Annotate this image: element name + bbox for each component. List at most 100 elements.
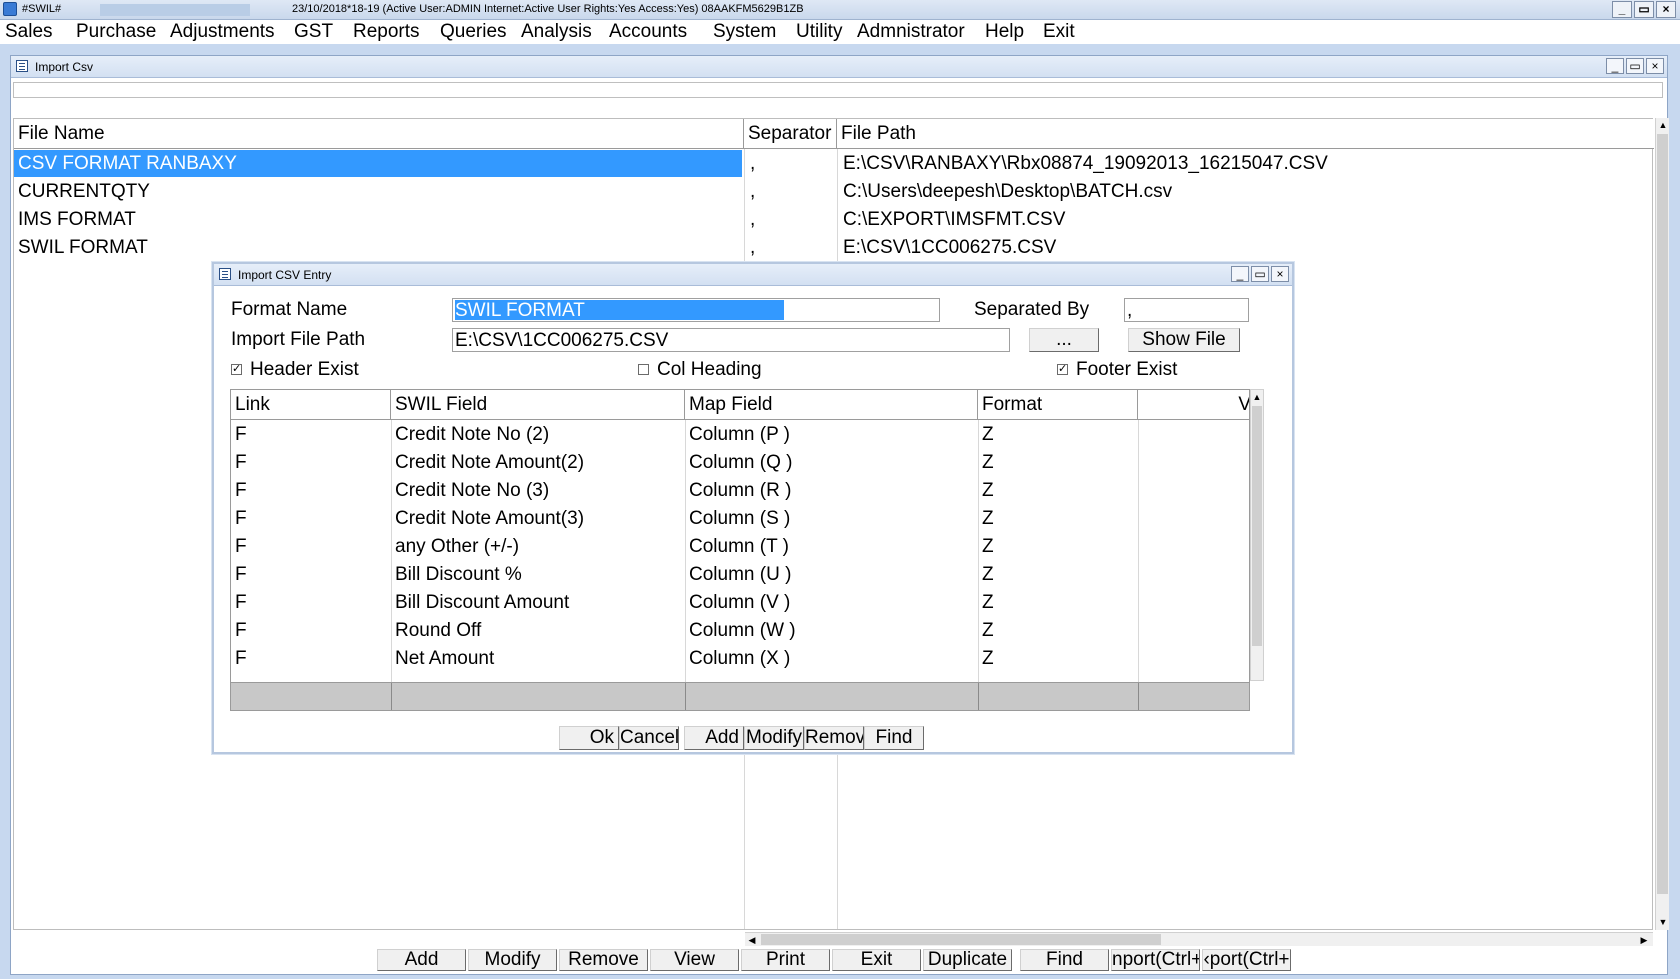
scroll-thumb[interactable] [1657,134,1668,894]
column-header-format[interactable]: Format [978,390,1138,420]
remove-button[interactable]: Remove [559,949,648,971]
table-row[interactable]: F Net Amount Column (X ) Z [231,645,1249,673]
column-header-link[interactable]: Link [231,390,391,420]
table-row[interactable]: F Round Off Column (W ) Z [231,617,1249,645]
close-icon[interactable]: × [1271,266,1289,282]
cell-file-name: CSV FORMAT RANBAXY [18,153,237,174]
scroll-thumb[interactable] [1252,406,1262,646]
maximize-icon[interactable]: ▭ [1626,58,1644,74]
duplicate-button[interactable]: Duplicate [923,949,1012,971]
menu-purchase[interactable]: Purchase [76,21,156,43]
import-file-path-field[interactable]: E:\CSV\1CC006275.CSV [452,328,1010,352]
table-row[interactable]: F Credit Note No (2) Column (P ) Z [231,421,1249,449]
table-row[interactable]: F Bill Discount Amount Column (V ) Z [231,589,1249,617]
col-heading-checkbox[interactable] [638,364,649,375]
modify-button[interactable]: Modify [744,726,804,750]
print-button[interactable]: Print [741,949,830,971]
scroll-right-icon[interactable]: ▶ [1637,933,1651,947]
cell-map-field: Column (U ) [689,564,792,585]
maximize-icon[interactable]: ▭ [1251,266,1269,282]
table-row[interactable]: CURRENTQTY , C:\Users\deepesh\Desktop\BA… [14,178,1654,206]
cell-file-path: E:\CSV\RANBAXY\Rbx08874_19092013_1621504… [843,153,1328,174]
header-exist-label: Header Exist [250,359,359,380]
menu-reports[interactable]: Reports [353,21,420,43]
table-row[interactable]: F Credit Note Amount(2) Column (Q ) Z [231,449,1249,477]
table-row[interactable]: IMS FORMAT , C:\EXPORT\IMSFMT.CSV [14,206,1654,234]
minimize-icon[interactable]: _ [1612,1,1632,18]
menu-admnistrator[interactable]: Admnistrator [857,21,965,43]
modify-button[interactable]: Modify [468,949,557,971]
add-button[interactable]: Add [684,726,744,750]
find-button[interactable]: Find [864,726,924,750]
ok-button[interactable]: Ok [559,726,619,750]
scroll-up-icon[interactable]: ▲ [1656,118,1670,132]
menu-queries[interactable]: Queries [440,21,507,43]
table-row[interactable]: F any Other (+/-) Column (T ) Z [231,533,1249,561]
import-button[interactable]: nport(Ctrl+ [1111,949,1200,971]
menu-exit[interactable]: Exit [1043,21,1075,43]
export-button[interactable]: ‹port(Ctrl+ [1202,949,1291,971]
add-button[interactable]: Add [377,949,466,971]
scroll-down-icon[interactable]: ▼ [1656,915,1670,929]
cell-link: F [235,424,247,445]
cell-format: Z [982,424,994,445]
format-name-field[interactable]: SWIL FORMAT [452,298,940,322]
header-exist-checkbox[interactable]: ✓ [231,364,242,375]
cell-swil-field: Credit Note No (2) [395,424,550,445]
table-row[interactable]: F Credit Note No (3) Column (R ) Z [231,477,1249,505]
column-header-file-name[interactable]: File Name [14,119,744,149]
table-row[interactable]: F Bill Discount % Column (U ) Z [231,561,1249,589]
menu-utility[interactable]: Utility [796,21,842,43]
cancel-button[interactable]: Cancel [619,726,679,750]
table-row[interactable]: SWIL FORMAT , E:\CSV\1CC006275.CSV [14,234,1654,262]
column-header-swil-field[interactable]: SWIL Field [391,390,685,420]
find-button[interactable]: Find [1020,949,1109,971]
menu-help[interactable]: Help [985,21,1024,43]
close-icon[interactable]: × [1656,1,1676,18]
cell-swil-field: Credit Note Amount(2) [395,452,585,473]
import-csv-entry-titlebar[interactable]: Import CSV Entry _ ▭ × [214,264,1292,286]
restore-icon[interactable]: ▭ [1634,1,1654,18]
menu-gst[interactable]: GST [294,21,333,43]
menu-sales[interactable]: Sales [5,21,53,43]
mapping-vertical-scrollbar[interactable]: ▲ [1250,389,1264,681]
cell-separator: , [750,209,756,230]
cell-separator: , [750,153,756,174]
minimize-icon[interactable]: _ [1606,58,1624,74]
minimize-icon[interactable]: _ [1231,266,1249,282]
separated-by-field[interactable]: , [1124,298,1249,322]
menu-system[interactable]: System [713,21,776,43]
remove-button[interactable]: Remove [804,726,864,750]
column-header-partial[interactable]: V [1138,390,1249,420]
exit-button[interactable]: Exit [832,949,921,971]
horizontal-scrollbar[interactable]: ◀ ▶ [745,932,1653,946]
scroll-thumb[interactable] [761,934,1161,945]
menu-adjustments[interactable]: Adjustments [170,21,275,43]
footer-divider [1138,683,1139,710]
column-header-separator[interactable]: Separator [744,119,837,149]
close-icon[interactable]: × [1646,58,1664,74]
app-status: 23/10/2018*18-19 (Active User:ADMIN Inte… [292,3,804,15]
view-button[interactable]: View [650,949,739,971]
table-row[interactable]: F Credit Note Amount(3) Column (S ) Z [231,505,1249,533]
cell-swil-field: Round Off [395,620,482,641]
import-csv-titlebar[interactable]: Import Csv _ ▭ × [11,56,1667,78]
menu-analysis[interactable]: Analysis [521,21,592,43]
show-file-button[interactable]: Show File [1128,328,1240,352]
browse-button[interactable]: ... [1029,328,1099,352]
app-titlebar: #SWIL# 23/10/2018*18-19 (Active User:ADM… [0,0,1680,20]
entry-window-controls: _ ▭ × [1231,266,1289,282]
menu-accounts[interactable]: Accounts [609,21,687,43]
cell-swil-field: Net Amount [395,648,495,669]
window-menu-icon[interactable] [16,60,28,72]
scroll-left-icon[interactable]: ◀ [745,933,759,947]
column-header-map-field[interactable]: Map Field [685,390,978,420]
search-input[interactable] [13,82,1663,98]
cell-format: Z [982,648,994,669]
vertical-scrollbar[interactable]: ▲ ▼ [1655,118,1669,930]
scroll-up-icon[interactable]: ▲ [1251,390,1263,404]
table-row[interactable]: CSV FORMAT RANBAXY , E:\CSV\RANBAXY\Rbx0… [14,150,1654,178]
column-header-file-path[interactable]: File Path [837,119,1654,149]
window-menu-icon[interactable] [219,268,231,280]
footer-exist-checkbox[interactable]: ✓ [1057,364,1068,375]
